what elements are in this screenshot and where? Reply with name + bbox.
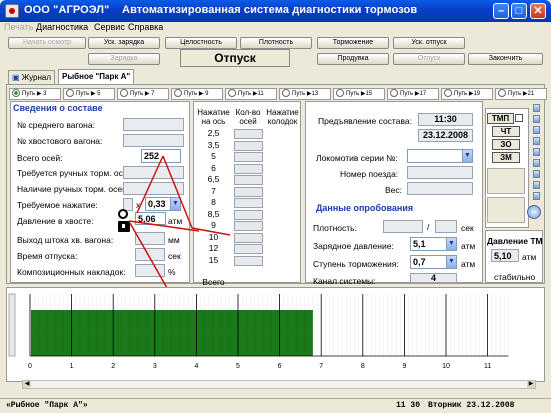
tm-pressure-unit: атм xyxy=(522,252,537,262)
indicator-zm: ЗМ xyxy=(492,152,520,163)
density-label: Плотность: xyxy=(313,223,357,233)
x-tick-label: 1 xyxy=(70,363,74,370)
chevron-down-icon[interactable]: ▼ xyxy=(446,256,456,268)
loco-dropdown[interactable]: ▼ xyxy=(407,149,473,163)
indicator-blank-2 xyxy=(487,197,525,223)
status-date: Вторник 23.12.2008 xyxy=(428,401,515,410)
x-tick-label: 9 xyxy=(402,363,406,370)
indicator-zo: ЗО xyxy=(492,139,520,150)
brake-stage-dropdown[interactable]: 0,7 ▼ xyxy=(410,255,457,269)
indicator-tmp-checkbox[interactable] xyxy=(515,114,523,122)
brake-stage-value: 0,7 xyxy=(413,257,426,267)
tm-pressure-label: Давление ТМ xyxy=(487,236,543,246)
chevron-down-icon[interactable]: ▼ xyxy=(446,238,456,250)
presentation-date-field: 23.12.2008 xyxy=(418,129,473,142)
chevron-down-icon[interactable]: ▼ xyxy=(462,150,472,162)
channel-value: 4 xyxy=(430,273,436,283)
status-square xyxy=(533,170,540,178)
charge-pressure-value: 5,1 xyxy=(413,239,426,249)
status-square xyxy=(533,115,540,123)
brake-stage-label: Ступень торможения: xyxy=(313,259,399,269)
presentation-time-field: 11:30 xyxy=(418,113,473,126)
chart-svg: 0 1 2 3 4 5 6 7 8 9 10 11 xyxy=(8,293,509,370)
x-tick-label: 0 xyxy=(28,363,32,370)
tm-pressure-value: 5,10 xyxy=(494,251,512,261)
brake-stage-unit: атм xyxy=(461,259,476,269)
status-place: «Рыбное "Парк А"» xyxy=(6,401,88,410)
scroll-right-icon[interactable]: ▶ xyxy=(527,381,535,388)
weight-label: Вес: xyxy=(385,185,403,195)
status-time: 11 30 xyxy=(396,401,421,410)
loco-label: Локомотив серии №: xyxy=(316,153,398,163)
charge-pressure-unit: атм xyxy=(461,241,476,251)
indicator-tmp: ТМП xyxy=(487,113,514,124)
x-tick-label: 5 xyxy=(236,363,240,370)
scroll-left-icon[interactable]: ◀ xyxy=(23,381,31,388)
test-data-header: Данные опробования xyxy=(316,203,414,213)
channel-field: 4 xyxy=(410,273,457,283)
status-square xyxy=(533,192,540,200)
train-no-field[interactable] xyxy=(407,166,473,179)
density-field-1 xyxy=(383,220,423,233)
status-square xyxy=(533,148,540,156)
density-field-2 xyxy=(435,220,457,233)
density-separator: / xyxy=(427,222,430,232)
x-tick-label: 3 xyxy=(153,363,157,370)
x-tick-label: 4 xyxy=(194,363,198,370)
pressure-chart: 0 1 2 3 4 5 6 7 8 9 10 11 xyxy=(6,287,545,382)
train-no-label: Номер поезда: xyxy=(340,169,399,179)
charge-pressure-dropdown[interactable]: 5,1 ▼ xyxy=(410,237,457,251)
tm-pressure-field: 5,10 xyxy=(491,249,519,262)
weight-field[interactable] xyxy=(407,182,473,195)
status-square xyxy=(533,159,540,167)
x-tick-label: 7 xyxy=(319,363,323,370)
chart-scrollbar[interactable]: ◀ ▶ xyxy=(22,380,536,389)
status-square xyxy=(533,126,540,134)
globe-icon[interactable] xyxy=(527,205,541,219)
pressure-area xyxy=(31,310,313,356)
x-tick-label: 10 xyxy=(442,363,450,370)
status-bar: «Рыбное "Парк А"» 11 30 Вторник 23.12.20… xyxy=(0,398,551,413)
x-tick-label: 8 xyxy=(361,363,365,370)
presentation-time: 11:30 xyxy=(434,114,457,124)
presentation-label: Предъявление состава: xyxy=(318,116,412,126)
presentation-date: 23.12.2008 xyxy=(422,130,469,140)
charge-pressure-label: Зарядное давление: xyxy=(313,241,394,251)
density-unit: сек xyxy=(461,223,474,233)
channel-label: Канал системы: xyxy=(313,276,376,286)
status-square xyxy=(533,137,540,145)
indicator-blank-1 xyxy=(487,168,525,194)
tm-pressure-status: стабильно xyxy=(494,272,536,282)
indicator-cht: ЧТ xyxy=(492,126,520,137)
status-square xyxy=(533,181,540,189)
status-square xyxy=(533,104,540,112)
x-tick-label: 11 xyxy=(484,363,491,370)
x-tick-label: 2 xyxy=(111,363,115,370)
chart-scale-bar xyxy=(8,293,16,357)
x-tick-label: 6 xyxy=(278,363,282,370)
